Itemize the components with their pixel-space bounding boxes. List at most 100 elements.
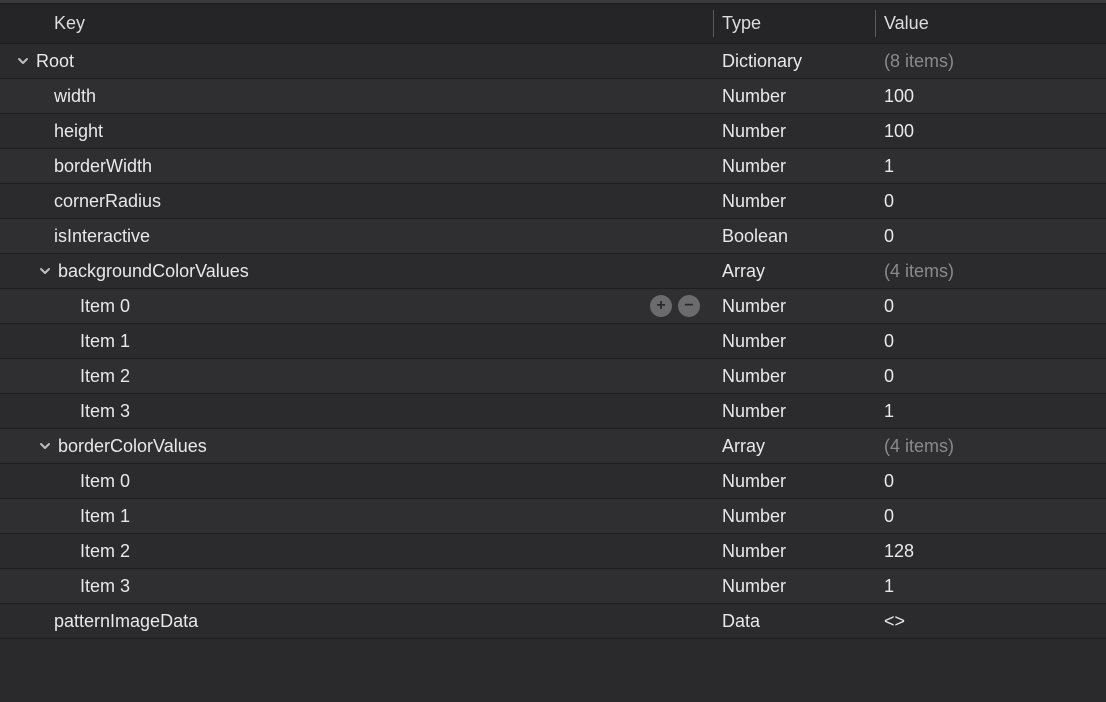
value-cell[interactable]: 100 [876,79,1106,113]
chevron-down-icon[interactable] [16,54,30,68]
key-label: width [54,86,96,107]
value-cell[interactable]: 0 [876,219,1106,253]
key-label: Item 0 [80,471,130,492]
table-row[interactable]: Item 0 Number 0 [0,464,1106,499]
table-row[interactable]: patternImageDataData <> [0,604,1106,639]
table-row[interactable]: borderWidth Number 1 [0,149,1106,184]
type-cell[interactable]: Number [714,534,876,568]
value-cell[interactable]: (4 items) [876,254,1106,288]
key-label: Item 3 [80,401,130,422]
table-row[interactable]: backgroundColorValues Array(4 items) [0,254,1106,289]
key-cell[interactable]: backgroundColorValues [0,254,714,288]
row-controls: +− [650,295,700,317]
key-cell[interactable]: borderWidth [0,149,714,183]
type-label: Number [722,296,786,317]
value-cell[interactable]: 0 [876,184,1106,218]
value-cell[interactable]: 128 [876,534,1106,568]
table-row[interactable]: Root Dictionary (8 items) [0,44,1106,79]
table-row[interactable]: Item 3Number 1 [0,569,1106,604]
type-cell[interactable]: Number [714,289,876,323]
type-cell[interactable]: Number [714,359,876,393]
column-header-value[interactable]: Value [876,4,1106,43]
plist-rows-container: RootDictionary(8 items)widthNumber100hei… [0,44,1106,639]
key-cell[interactable]: patternImageData [0,604,714,638]
value-label: (8 items) [884,51,954,72]
table-row[interactable]: width Number 100 [0,79,1106,114]
add-item-button[interactable]: + [650,295,672,317]
chevron-down-icon[interactable] [38,439,52,453]
table-row[interactable]: Item 2Number0 [0,359,1106,394]
type-cell[interactable]: Number [714,499,876,533]
table-row[interactable]: cornerRadius Number0 [0,184,1106,219]
type-cell[interactable]: Number [714,324,876,358]
type-cell[interactable]: Number [714,394,876,428]
key-cell[interactable]: width [0,79,714,113]
table-row[interactable]: Item 1Number0 [0,324,1106,359]
type-cell[interactable]: Number [714,149,876,183]
type-cell[interactable]: Number [714,114,876,148]
column-header-key[interactable]: Key [0,4,714,43]
value-label: 1 [884,576,894,597]
table-row[interactable]: Item 0+− Number 0 [0,289,1106,324]
value-cell[interactable]: (8 items) [876,44,1106,78]
value-cell[interactable]: 100 [876,114,1106,148]
type-cell[interactable]: Number [714,79,876,113]
key-cell[interactable]: isInteractive [0,219,714,253]
table-row[interactable]: Item 2 Number128 [0,534,1106,569]
type-cell[interactable]: Number [714,569,876,603]
value-cell[interactable]: (4 items) [876,429,1106,463]
key-cell[interactable]: Root [0,44,714,78]
value-label: 0 [884,226,894,247]
type-cell[interactable]: Number [714,464,876,498]
value-label: 100 [884,86,914,107]
value-cell[interactable]: 1 [876,394,1106,428]
value-label: <> [884,611,905,632]
key-cell[interactable]: borderColorValues [0,429,714,463]
type-label: Array [722,436,765,457]
type-label: Boolean [722,226,788,247]
key-cell[interactable]: Item 1 [0,499,714,533]
key-cell[interactable]: cornerRadius [0,184,714,218]
value-cell[interactable]: 0 [876,324,1106,358]
value-cell[interactable]: 0 [876,464,1106,498]
type-cell[interactable]: Number [714,184,876,218]
type-cell[interactable]: Array [714,254,876,288]
value-label: 0 [884,471,894,492]
key-label: cornerRadius [54,191,161,212]
key-cell[interactable]: height [0,114,714,148]
key-cell[interactable]: Item 3 [0,394,714,428]
type-label: Number [722,156,786,177]
table-row[interactable]: Item 3 Number1 [0,394,1106,429]
value-cell[interactable]: 0 [876,289,1106,323]
type-label: Number [722,471,786,492]
value-cell[interactable]: 1 [876,149,1106,183]
value-cell[interactable]: 1 [876,569,1106,603]
table-row[interactable]: isInteractive Boolean 0 [0,219,1106,254]
key-cell[interactable]: Item 0 [0,464,714,498]
value-cell[interactable]: 0 [876,499,1106,533]
key-cell[interactable]: Item 2 [0,359,714,393]
key-cell[interactable]: Item 2 [0,534,714,568]
key-label: Item 1 [80,506,130,527]
key-cell[interactable]: Item 0+− [0,289,714,323]
table-row[interactable]: heightNumber100 [0,114,1106,149]
type-cell[interactable]: Array [714,429,876,463]
value-label: 0 [884,296,894,317]
plus-icon: + [656,298,665,314]
remove-item-button[interactable]: − [678,295,700,317]
type-cell[interactable]: Dictionary [714,44,876,78]
key-cell[interactable]: Item 3 [0,569,714,603]
key-label: Root [36,51,74,72]
table-row[interactable]: Item 1 Number0 [0,499,1106,534]
type-cell[interactable]: Data [714,604,876,638]
value-cell[interactable]: 0 [876,359,1106,393]
value-cell[interactable]: <> [876,604,1106,638]
type-cell[interactable]: Boolean [714,219,876,253]
key-cell[interactable]: Item 1 [0,324,714,358]
type-label: Dictionary [722,51,802,72]
key-label: Item 2 [80,541,130,562]
chevron-down-icon[interactable] [38,264,52,278]
key-label: backgroundColorValues [58,261,249,282]
column-header-type[interactable]: Type [714,4,876,43]
table-row[interactable]: borderColorValues Array (4 items) [0,429,1106,464]
